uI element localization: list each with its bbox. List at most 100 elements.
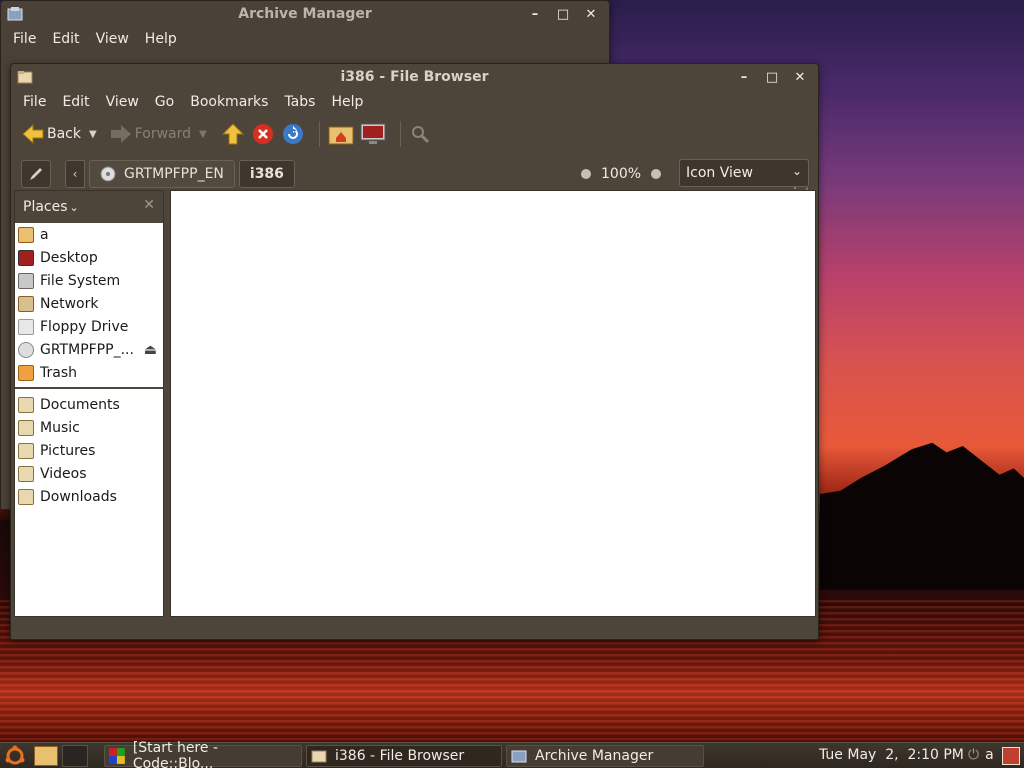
maximize-button[interactable]: □: [553, 4, 573, 24]
menu-bookmarks[interactable]: Bookmarks: [182, 94, 276, 110]
floppy-icon: [18, 318, 34, 335]
pictures-folder-icon: [18, 442, 34, 459]
home-button[interactable]: [328, 118, 354, 150]
sidebar-item-pictures[interactable]: Pictures: [15, 439, 163, 462]
workspace-switcher[interactable]: [62, 745, 88, 767]
computer-button[interactable]: [360, 118, 386, 150]
wallpaper-island: [820, 442, 1024, 590]
music-folder-icon: [18, 419, 34, 436]
location-bar: ‹ GRTMPFPP_EN i386 100% Icon View ⌄: [11, 154, 818, 194]
toolbar-separator: [399, 121, 401, 147]
sidebar-item-floppy[interactable]: Floppy Drive: [15, 315, 163, 338]
archive-titlebar[interactable]: Archive Manager – □ ✕: [1, 1, 609, 27]
reload-button[interactable]: [281, 118, 305, 150]
archive-menubar: File Edit View Help: [1, 27, 609, 51]
chevron-down-icon: ⌄: [69, 200, 79, 214]
downloads-folder-icon: [18, 488, 34, 505]
file-browser-window[interactable]: i386 - File Browser – □ ✕ File Edit View…: [10, 63, 819, 640]
up-arrow-icon: [221, 123, 244, 145]
archive-icon: [511, 750, 527, 763]
menu-edit[interactable]: Edit: [44, 31, 87, 47]
search-button[interactable]: [409, 118, 431, 150]
sidebar-item-filesystem[interactable]: File System: [15, 269, 163, 292]
zoom-level: 100%: [601, 166, 642, 182]
sidebar-separator: [15, 387, 163, 389]
stop-button[interactable]: [251, 118, 275, 150]
sidebar-item-desktop[interactable]: Desktop: [15, 246, 163, 269]
forward-history-chevron-icon[interactable]: ▼: [199, 129, 207, 140]
zoom-out-icon[interactable]: [581, 169, 591, 179]
sidebar-item-cdrom[interactable]: GRTMPFPP_... ⏏: [15, 338, 163, 361]
ubuntu-logo-icon[interactable]: [4, 745, 26, 767]
folder-icon: [17, 71, 33, 84]
zoom-in-icon[interactable]: [651, 169, 662, 179]
archive-title: Archive Manager: [238, 6, 372, 22]
chevron-down-icon: ⌄: [791, 164, 802, 178]
desktop-icon: [18, 249, 34, 266]
menu-tabs[interactable]: Tabs: [276, 94, 323, 110]
main-toolbar: Back ▼ Forward ▼: [11, 114, 818, 196]
back-history-chevron-icon[interactable]: ▼: [89, 129, 97, 140]
sidebar-item-videos[interactable]: Videos: [15, 462, 163, 485]
close-sidebar-icon[interactable]: ✕: [143, 197, 155, 213]
archive-icon: [7, 7, 23, 21]
user-menu[interactable]: ⏻ a: [968, 747, 994, 763]
browser-titlebar[interactable]: i386 - File Browser – □ ✕: [11, 64, 818, 90]
taskbar-item-codeblocks[interactable]: [Start here - Code::Blo...: [104, 740, 302, 768]
crumb-grtmpfpp[interactable]: GRTMPFPP_EN: [89, 160, 235, 188]
menu-view[interactable]: View: [98, 94, 147, 110]
videos-folder-icon: [18, 465, 34, 482]
minimize-button[interactable]: –: [734, 67, 754, 87]
codeblocks-icon: [109, 748, 125, 764]
trash-applet-icon[interactable]: [1002, 747, 1020, 765]
taskbar-item-file-browser[interactable]: i386 - File Browser: [306, 745, 502, 767]
cdrom-icon: [18, 341, 34, 358]
minimize-button[interactable]: –: [525, 4, 545, 24]
menu-view[interactable]: View: [88, 31, 137, 47]
sidebar-header[interactable]: Places ⌄ ✕: [15, 191, 163, 223]
back-button[interactable]: Back ▼: [21, 118, 97, 150]
sidebar-item-documents[interactable]: Documents: [15, 393, 163, 416]
sidebar-item-trash[interactable]: Trash: [15, 361, 163, 384]
reload-icon: [282, 124, 303, 144]
bottom-panel: [Start here - Code::Blo... i386 - File B…: [0, 740, 1024, 768]
places-sidebar: Places ⌄ ✕ a Desktop File System Network: [14, 190, 164, 617]
crumb-scroll-left-button[interactable]: ‹: [65, 160, 85, 188]
sidebar-item-music[interactable]: Music: [15, 416, 163, 439]
search-icon: [411, 126, 429, 144]
crumb-i386[interactable]: i386: [238, 160, 295, 188]
back-arrow-icon: [22, 123, 44, 145]
close-button[interactable]: ✕: [790, 67, 810, 87]
up-button[interactable]: [221, 118, 245, 150]
computer-icon: [360, 123, 386, 144]
sidebar-item-home[interactable]: a: [15, 223, 163, 246]
show-desktop-button[interactable]: [34, 746, 58, 766]
menu-help[interactable]: Help: [137, 31, 185, 47]
places-list: a Desktop File System Network Floppy Dri…: [15, 223, 163, 508]
view-mode-select[interactable]: Icon View ⌄: [679, 159, 809, 187]
menu-help[interactable]: Help: [323, 94, 371, 110]
trash-icon: [18, 364, 34, 381]
edit-location-button[interactable]: [21, 160, 51, 188]
eject-icon[interactable]: ⏏: [144, 342, 157, 358]
home-folder-icon: [328, 126, 354, 145]
menu-file[interactable]: File: [15, 94, 54, 110]
network-icon: [18, 295, 34, 312]
home-folder-icon: [18, 226, 34, 243]
close-button[interactable]: ✕: [581, 4, 601, 24]
sidebar-item-downloads[interactable]: Downloads: [15, 485, 163, 508]
menu-go[interactable]: Go: [147, 94, 182, 110]
sidebar-item-network[interactable]: Network: [15, 292, 163, 315]
clock[interactable]: Tue May 2, 2:10 PM: [819, 747, 964, 763]
browser-title: i386 - File Browser: [340, 69, 489, 85]
menu-edit[interactable]: Edit: [54, 94, 97, 110]
menu-file[interactable]: File: [5, 31, 44, 47]
taskbar-item-archive-manager[interactable]: Archive Manager: [506, 745, 704, 767]
stop-icon: [252, 124, 273, 144]
pencil-icon: [30, 168, 42, 180]
forward-button[interactable]: Forward ▼: [109, 118, 207, 150]
maximize-button[interactable]: □: [762, 67, 782, 87]
forward-arrow-icon: [110, 125, 131, 143]
file-view-area[interactable]: [170, 190, 816, 617]
power-icon: ⏻: [968, 747, 980, 763]
